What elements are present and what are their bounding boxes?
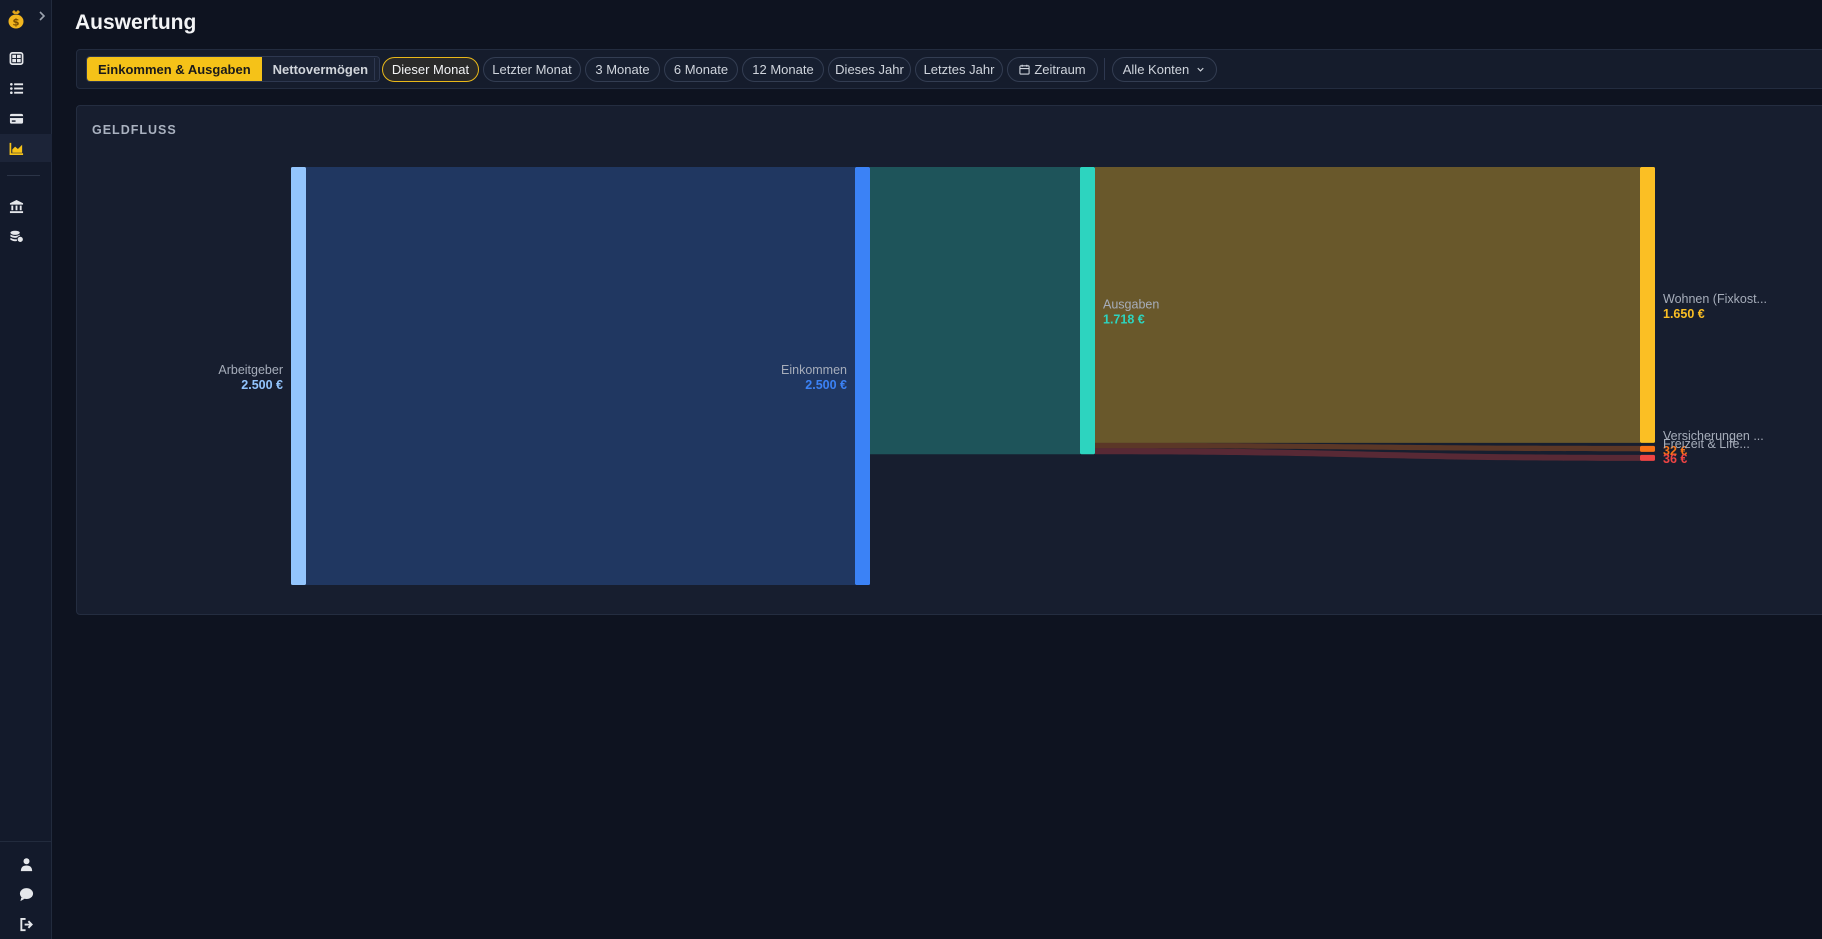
sankey-node-einkommen: [855, 167, 870, 585]
chat-icon: [19, 887, 33, 901]
sidebar-divider: [7, 175, 40, 176]
view-toggle: Einkommen & Ausgaben Nettovermögen: [86, 56, 381, 82]
bank-icon: [9, 199, 24, 213]
svg-text:$: $: [13, 18, 20, 29]
sankey-chart: Arbeitgeber2.500 €Einkommen2.500 €Ausgab…: [218, 167, 1767, 585]
sankey-node-wohnen: [1640, 167, 1655, 443]
sankey-node-ausgaben: [1080, 167, 1095, 455]
grid-icon: [9, 51, 24, 65]
sankey-link-arbeitgeber-einkommen: [306, 167, 855, 585]
sidebar-item-profile[interactable]: [0, 852, 52, 876]
chart-icon: [9, 142, 24, 155]
accounts-dropdown-label: Alle Konten: [1122, 62, 1190, 77]
sidebar-bottom-divider: [0, 841, 52, 842]
sankey-link-einkommen-ausgaben: [870, 167, 1080, 455]
period-this-month[interactable]: Dieser Monat: [382, 57, 479, 82]
sidebar-item-institutions[interactable]: [0, 192, 52, 220]
page-title: Auswertung: [75, 11, 197, 34]
period-6-months[interactable]: 6 Monate: [664, 57, 738, 82]
sankey-node-freizeit: [1640, 454, 1655, 461]
list-icon: [10, 82, 24, 94]
calendar-icon: [1019, 64, 1030, 75]
sankey-label-wohnen: Wohnen (Fixkost...: [1663, 292, 1767, 306]
sidebar-item-feedback[interactable]: [0, 882, 52, 906]
user-icon: [20, 857, 32, 871]
chevron-right-icon[interactable]: [35, 8, 49, 24]
sidebar-item-reports[interactable]: [0, 134, 52, 162]
sankey-label-arbeitgeber: Arbeitgeber: [218, 363, 283, 377]
chevron-down-icon: [1197, 67, 1204, 72]
credit-card-icon: [9, 113, 24, 124]
period-last-year[interactable]: Letztes Jahr: [915, 57, 1003, 82]
sankey-value-einkommen: 2.500 €: [805, 378, 847, 392]
accounts-dropdown[interactable]: Alle Konten: [1112, 57, 1217, 82]
period-12-months[interactable]: 12 Monate: [742, 57, 824, 82]
money-bag-icon[interactable]: $: [5, 8, 27, 30]
sankey-link-ausgaben-wohnen: [1095, 167, 1640, 443]
sankey-label-einkommen: Einkommen: [781, 363, 847, 377]
filter-separator: [1104, 58, 1105, 80]
cash-flow-card: GELDFLUSS Arbeitgeber 2.500 € Einkommen 2.5…: [76, 105, 1822, 615]
sankey-label-freizeit: Freizeit & Life...: [1663, 437, 1750, 451]
sankey-value-wohnen: 1.650 €: [1663, 307, 1705, 321]
coins-icon: [10, 230, 24, 243]
sidebar-item-accounts[interactable]: [0, 104, 52, 132]
sidebar: $: [0, 0, 52, 939]
sankey-value-ausgaben: 1.718 €: [1103, 313, 1145, 327]
view-toggle-income-expenses[interactable]: Einkommen & Ausgaben: [87, 57, 262, 81]
sankey-value-freizeit: 36 €: [1663, 452, 1687, 466]
sankey-node-versicherungen: [1640, 445, 1655, 452]
sidebar-item-logout[interactable]: [0, 912, 52, 936]
filter-separator: [374, 58, 375, 80]
period-last-month[interactable]: Letzter Monat: [483, 57, 581, 82]
sankey-label-ausgaben: Ausgaben: [1103, 298, 1159, 312]
filter-bar: Einkommen & Ausgaben Nettovermögen Diese…: [76, 49, 1822, 89]
sidebar-item-transactions[interactable]: [0, 74, 52, 102]
sidebar-item-assets[interactable]: [0, 222, 52, 250]
sankey-node-arbeitgeber: [291, 167, 306, 585]
period-this-year[interactable]: Dieses Jahr: [828, 57, 911, 82]
view-toggle-net-worth[interactable]: Nettovermögen: [261, 57, 380, 81]
sidebar-item-dashboard[interactable]: [0, 44, 52, 72]
period-custom-label: Zeitraum: [1034, 62, 1086, 77]
period-custom-range[interactable]: Zeitraum: [1007, 57, 1098, 82]
logout-icon: [19, 917, 33, 931]
period-3-months[interactable]: 3 Monate: [585, 57, 660, 82]
sankey-value-arbeitgeber: 2.500 €: [241, 378, 283, 392]
